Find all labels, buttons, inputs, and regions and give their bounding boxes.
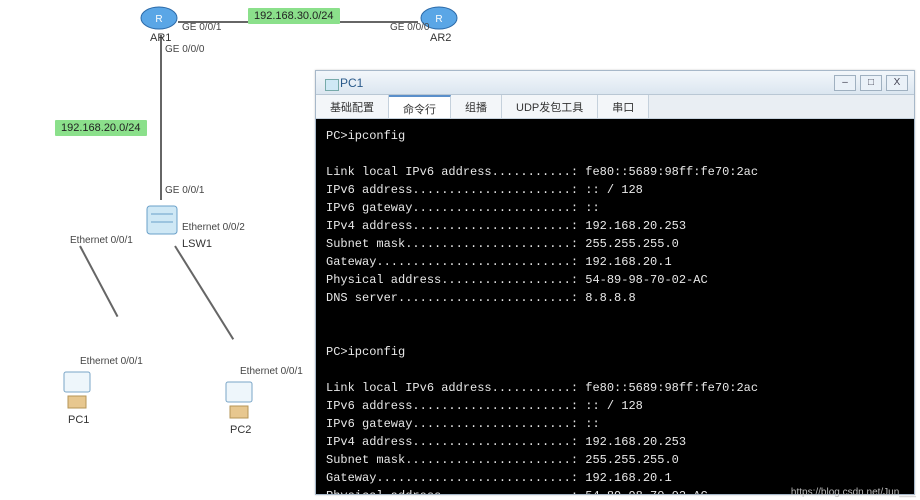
maximize-button[interactable]: □: [860, 75, 882, 91]
tab-bar: 基础配置 命令行 组播 UDP发包工具 串口: [316, 95, 914, 119]
topology-canvas[interactable]: 192.168.30.0/24 192.168.20.0/24 R AR1 GE…: [0, 0, 920, 500]
pc2-label: PC2: [230, 424, 251, 436]
ar1-label: AR1: [150, 32, 171, 44]
terminal-output[interactable]: PC>ipconfig Link local IPv6 address.....…: [316, 119, 914, 494]
tab-cli[interactable]: 命令行: [389, 95, 451, 118]
pc1-terminal-window: PC1 – □ X 基础配置 命令行 组播 UDP发包工具 串口 PC>ipco…: [315, 70, 915, 495]
svg-text:R: R: [435, 14, 442, 25]
ar2-label: AR2: [430, 32, 451, 44]
lsw1-port-up: GE 0/0/1: [165, 185, 204, 196]
link-lsw1-pc1: [79, 246, 118, 318]
tab-serial[interactable]: 串口: [598, 95, 649, 118]
window-title: PC1: [340, 76, 363, 90]
ar2-port-left: GE 0/0/0: [390, 22, 429, 33]
lsw1-port-right: Ethernet 0/0/2: [182, 222, 245, 233]
close-button[interactable]: X: [886, 75, 908, 91]
tab-multicast[interactable]: 组播: [451, 95, 502, 118]
lsw1-port-left: Ethernet 0/0/1: [70, 235, 133, 246]
pc2-port-up: Ethernet 0/0/1: [240, 366, 303, 377]
link-lsw1-pc2: [174, 245, 234, 339]
router-ar1[interactable]: R: [140, 5, 178, 31]
subnet-label-left: 192.168.20.0/24: [55, 120, 147, 136]
subnet-label-top: 192.168.30.0/24: [248, 8, 340, 24]
lsw1-label: LSW1: [182, 238, 212, 250]
ar1-port-down: GE 0/0/0: [165, 44, 204, 55]
switch-lsw1[interactable]: [145, 200, 179, 240]
ar1-port-right: GE 0/0/1: [182, 22, 221, 33]
pc1-port-up: Ethernet 0/0/1: [80, 356, 143, 367]
watermark: https://blog.csdn.net/Jun___: [791, 487, 916, 498]
device-pc2[interactable]: [222, 380, 258, 422]
tab-udp-tool[interactable]: UDP发包工具: [502, 95, 598, 118]
pc-icon: [322, 76, 340, 90]
link-ar1-lsw1: [160, 35, 162, 200]
pc1-label: PC1: [68, 414, 89, 426]
tab-basic-config[interactable]: 基础配置: [316, 95, 389, 118]
device-pc1[interactable]: [60, 370, 96, 412]
svg-text:R: R: [155, 14, 162, 25]
titlebar[interactable]: PC1 – □ X: [316, 71, 914, 95]
minimize-button[interactable]: –: [834, 75, 856, 91]
